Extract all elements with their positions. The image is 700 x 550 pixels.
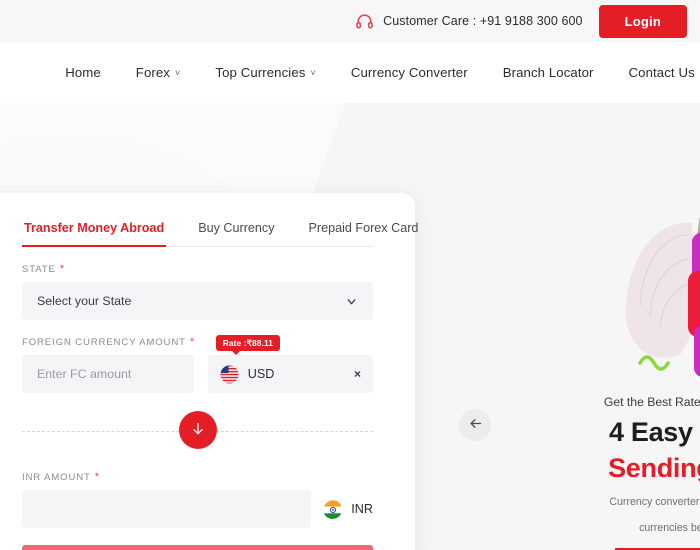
send-money-button[interactable]: Send Money [22,545,373,550]
nav-label: Branch Locator [502,65,594,80]
inr-amount-input[interactable] [22,490,312,528]
fc-currency-select[interactable]: USD × [207,355,373,393]
in-flag-icon [323,499,343,519]
winged-cards-illustration [600,212,700,415]
promo-body-line-2: currencies belo [639,522,700,535]
tab-prepaid-forex-card[interactable]: Prepaid Forex Card [307,215,421,247]
top-utility-bar: Customer Care : +91 9188 300 600 Login [0,0,700,42]
promo-heading-primary: 4 Easy Ste [608,417,700,447]
rate-badge: Rate :₹88.11 [215,335,281,355]
nav-item-home[interactable]: Home [65,65,101,80]
customer-care-text: Customer Care : +91 9188 300 600 [383,14,583,28]
state-label-text: STATE [22,264,56,275]
required-marker: * [189,336,195,348]
tab-buy-currency[interactable]: Buy Currency [196,215,276,247]
customer-care: Customer Care : +91 9188 300 600 [355,12,583,31]
chevron-down-icon [345,295,358,308]
required-marker: * [94,471,100,483]
promo-kicker: Get the Best Rates for For [603,395,700,409]
promo-body-line-1: Currency converter with fixe [609,496,700,508]
nav-label: Top Currencies [215,65,306,80]
fc-amount-input[interactable] [22,355,194,393]
nav-label: Currency Converter [350,65,468,80]
nav-item-currency-converter[interactable]: Currency Converter [351,65,468,80]
arrow-left-icon [468,416,483,434]
chevron-down-icon: ˅ [175,68,181,78]
nav-label: Home [65,65,101,80]
chevron-down-icon: ˅ [310,68,316,78]
nav-item-forex[interactable]: Forex ˅ [136,65,181,80]
close-icon[interactable]: × [354,368,361,380]
us-flag-icon [220,364,239,384]
swap-divider [22,409,373,455]
nav-label: Forex [135,65,171,80]
inr-currency-display: INR [323,499,373,519]
tab-transfer-money-abroad[interactable]: Transfer Money Abroad [22,215,167,247]
arrow-down-icon [190,421,206,440]
inr-label-text: INR AMOUNT [22,472,91,483]
inr-row: INR [22,490,373,528]
required-marker: * [59,263,65,275]
foreign-currency-amount-label: FOREIGN CURRENCY AMOUNT * [22,336,373,349]
nav-item-contact-us[interactable]: Contact Us [629,65,695,80]
inr-currency-code: INR [351,502,373,516]
state-select-value: Select your State [37,294,132,308]
carousel-prev-button[interactable] [459,409,491,441]
promo-block: Get the Best Rates for For 4 Easy Ste Se… [545,395,700,550]
foreign-currency-row: Rate :₹88.11 [22,335,373,393]
state-select[interactable]: Select your State [22,282,373,320]
main-navigation: Home Forex ˅ Top Currencies ˅ Currency C… [0,42,700,103]
nav-label: Contact Us [628,65,695,80]
fc-currency-code: USD [247,367,275,381]
forex-form-card: Transfer Money Abroad Buy Currency Prepa… [0,193,418,550]
nav-item-branch-locator[interactable]: Branch Locator [503,65,594,80]
headset-icon [355,12,374,31]
swap-currency-button[interactable] [178,411,217,449]
nav-item-top-currencies[interactable]: Top Currencies ˅ [215,65,315,80]
promo-heading-secondary: Sending M [608,453,700,483]
form-tabs: Transfer Money Abroad Buy Currency Prepa… [22,215,418,247]
login-button[interactable]: Login [598,4,687,38]
fc-label-text: FOREIGN CURRENCY AMOUNT [22,337,186,348]
state-label: STATE * [22,263,373,276]
inr-amount-label: INR AMOUNT * [22,471,373,484]
